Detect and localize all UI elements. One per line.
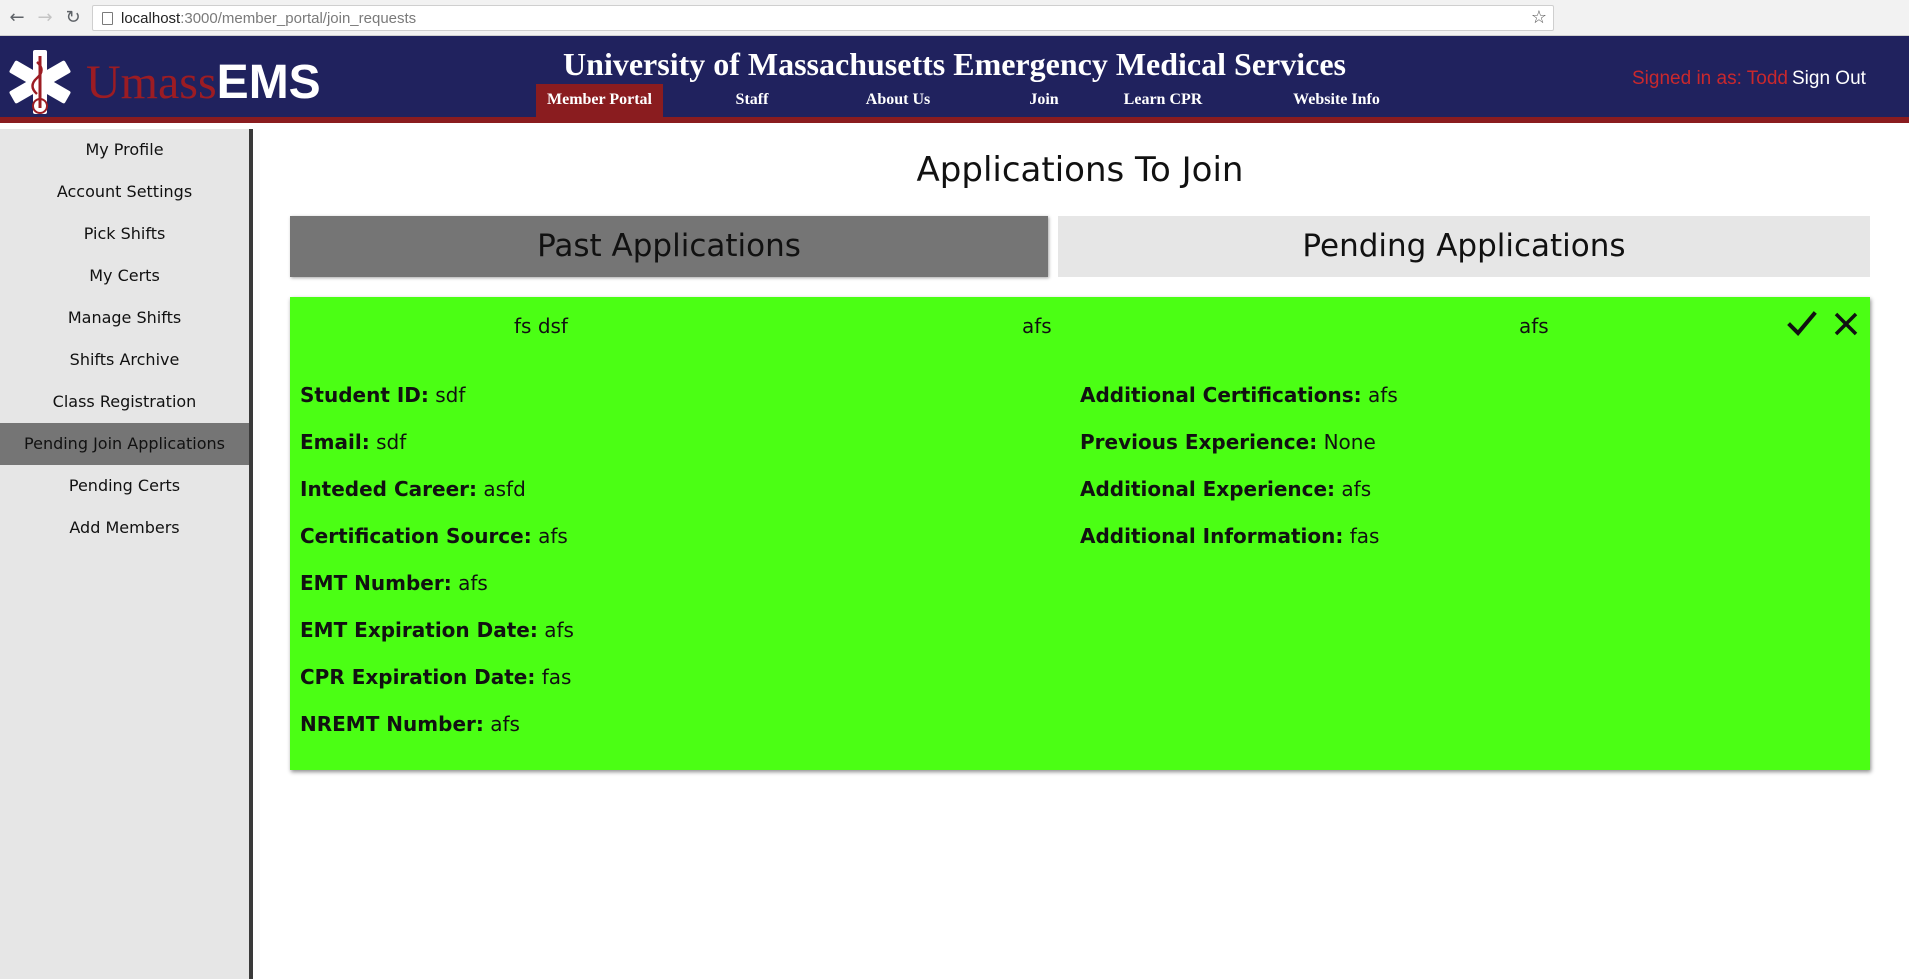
field-value: None (1323, 430, 1376, 454)
field-label: Previous Experience: (1080, 430, 1318, 454)
sidebar-item-my-profile[interactable]: My Profile (0, 129, 249, 171)
back-arrow-icon[interactable]: ← (6, 7, 28, 29)
field-additional-experience: Additional Experience: afs (1080, 477, 1371, 501)
sidebar-item-class-registration[interactable]: Class Registration (0, 381, 249, 423)
nav-join[interactable]: Join (994, 84, 1094, 121)
field-label: Certification Source: (300, 524, 532, 548)
field-email: Email: sdf (300, 430, 406, 454)
field-additional-certifications: Additional Certifications: afs (1080, 383, 1398, 407)
field-label: EMT Number: (300, 571, 452, 595)
check-icon[interactable] (1787, 309, 1817, 339)
page-title: Applications To Join (916, 150, 1244, 190)
sidebar-item-shifts-archive[interactable]: Shifts Archive (0, 339, 249, 381)
sign-out-link[interactable]: Sign Out (1792, 68, 1866, 90)
field-label: Additional Experience: (1080, 477, 1336, 501)
page-icon (102, 12, 113, 25)
sidebar: My Profile Account Settings Pick Shifts … (0, 129, 253, 979)
logo-text: UmassEMS (86, 56, 321, 109)
field-label: EMT Expiration Date: (300, 618, 538, 642)
nav-learn-cpr[interactable]: Learn CPR (1101, 84, 1225, 121)
nav-website-info[interactable]: Website Info (1265, 84, 1408, 121)
field-label: NREMT Number: (300, 712, 484, 736)
tab-past-applications[interactable]: Past Applications (290, 216, 1048, 277)
sidebar-item-my-certs[interactable]: My Certs (0, 255, 249, 297)
browser-toolbar: ← → ↻ localhost:3000/member_portal/join_… (0, 0, 1909, 36)
field-value: afs (458, 571, 488, 595)
field-value: fas (541, 665, 572, 689)
field-value: sdf (435, 383, 466, 407)
field-label: CPR Expiration Date: (300, 665, 536, 689)
forward-arrow-icon[interactable]: → (34, 7, 56, 29)
field-value: afs (538, 524, 568, 548)
field-label: Email: (300, 430, 370, 454)
star-of-life-icon (9, 50, 71, 114)
field-label: Student ID: (300, 383, 429, 407)
field-value: afs (1341, 477, 1372, 501)
field-value: sdf (376, 430, 407, 454)
application-column-2: afs (1022, 314, 1052, 338)
field-intended-career: Inteded Career: asfd (300, 477, 526, 501)
field-value: afs (490, 712, 520, 736)
field-previous-experience: Previous Experience: None (1080, 430, 1376, 454)
sidebar-item-add-members[interactable]: Add Members (0, 507, 249, 549)
field-student-id: Student ID: sdf (300, 383, 465, 407)
field-certification-source: Certification Source: afs (300, 524, 568, 548)
applicant-name: fs dsf (514, 314, 568, 338)
field-emt-expiration-date: EMT Expiration Date: afs (300, 618, 574, 642)
url-text[interactable]: localhost:3000/member_portal/join_reques… (121, 10, 416, 27)
url-path: :3000/member_portal/join_requests (180, 10, 417, 27)
sidebar-item-manage-shifts[interactable]: Manage Shifts (0, 297, 249, 339)
field-label: Additional Certifications: (1080, 383, 1362, 407)
nav-staff[interactable]: Staff (714, 84, 790, 121)
field-value: afs (544, 618, 574, 642)
umass-ems-logo[interactable]: UmassEMS (4, 48, 324, 116)
field-cpr-expiration-date: CPR Expiration Date: fas (300, 665, 571, 689)
signed-in-label: Signed in as: Todd (1632, 68, 1788, 89)
site-header: UmassEMS University of Massachusetts Eme… (0, 36, 1909, 123)
field-value: asfd (483, 477, 526, 501)
field-value: afs (1368, 383, 1398, 407)
reload-icon[interactable]: ↻ (62, 7, 84, 29)
field-label: Additional Information: (1080, 524, 1344, 548)
application-column-3: afs (1519, 314, 1549, 338)
sidebar-item-pick-shifts[interactable]: Pick Shifts (0, 213, 249, 255)
field-label: Inteded Career: (300, 477, 477, 501)
nav-member-portal[interactable]: Member Portal (536, 84, 663, 121)
logo-ems: EMS (216, 56, 321, 109)
logo-umass: Umass (86, 56, 217, 109)
sidebar-item-pending-certs[interactable]: Pending Certs (0, 465, 249, 507)
field-additional-information: Additional Information: fas (1080, 524, 1379, 548)
close-icon[interactable] (1833, 311, 1859, 337)
field-nremt-number: NREMT Number: afs (300, 712, 520, 736)
url-host: localhost (121, 10, 181, 27)
star-icon[interactable]: ☆ (1531, 7, 1547, 28)
application-card: fs dsf afs afs Student ID: sdf Email: sd… (290, 297, 1870, 770)
field-value: fas (1349, 524, 1380, 548)
tab-pending-applications[interactable]: Pending Applications (1058, 216, 1870, 277)
address-bar[interactable]: localhost:3000/member_portal/join_reques… (92, 5, 1554, 31)
field-emt-number: EMT Number: afs (300, 571, 488, 595)
sidebar-item-account-settings[interactable]: Account Settings (0, 171, 249, 213)
sidebar-item-pending-join-applications[interactable]: Pending Join Applications (0, 423, 249, 465)
nav-about-us[interactable]: About Us (843, 84, 953, 121)
